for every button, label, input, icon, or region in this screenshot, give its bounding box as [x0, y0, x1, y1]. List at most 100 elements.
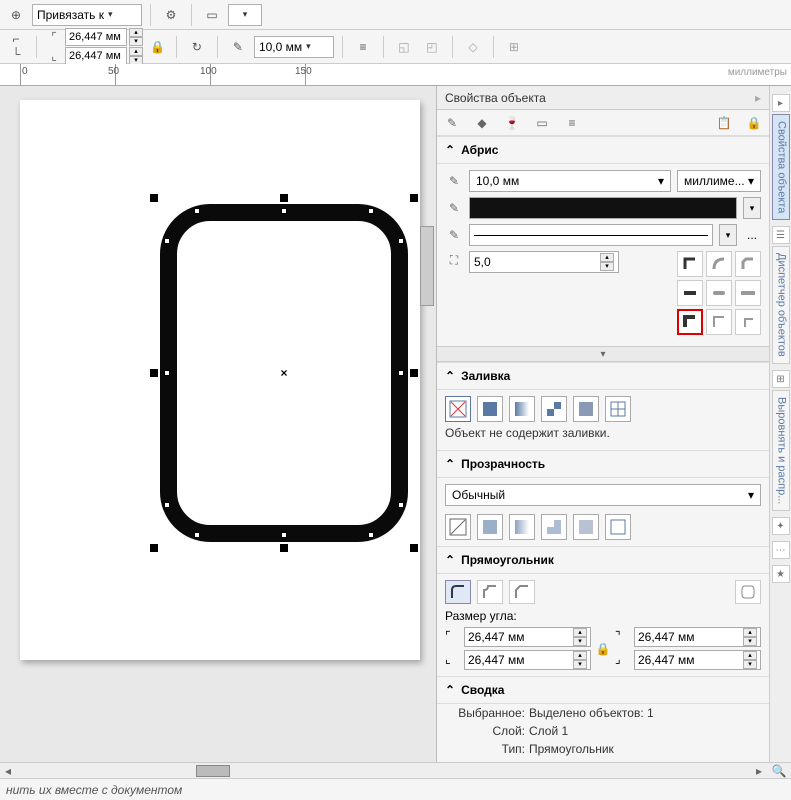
pen-icon[interactable]: ✎: [226, 35, 250, 59]
fill-gradient[interactable]: [509, 396, 535, 422]
fill-texture[interactable]: [573, 396, 599, 422]
section-summary-header[interactable]: ⌃Сводка: [437, 676, 769, 704]
outline-units-field[interactable]: миллиме...▾: [677, 170, 761, 192]
front-icon[interactable]: ◱: [392, 35, 416, 59]
join-round[interactable]: [706, 251, 732, 277]
vtab-extra3-icon[interactable]: ★: [772, 565, 790, 583]
panel-tabs: ✎ ◆ 🍷 ▭ ≡ 📋 🔒: [437, 110, 769, 136]
pos-center[interactable]: [706, 309, 732, 335]
center-marker: ×: [280, 366, 287, 380]
corner-height-input[interactable]: [65, 47, 127, 65]
section-fill-header[interactable]: ⌃Заливка: [437, 362, 769, 390]
corner-width-input[interactable]: [65, 28, 127, 46]
section-trans-header[interactable]: ⌃Прозрачность: [437, 450, 769, 478]
line-style-swatch[interactable]: [469, 224, 713, 246]
status-bar: нить их вместе с документом: [0, 778, 791, 800]
corner-chamfer[interactable]: [509, 580, 535, 604]
dock-icon[interactable]: ▭: [200, 3, 224, 27]
selected-shape[interactable]: ×: [160, 204, 408, 542]
corner-relative[interactable]: [735, 580, 761, 604]
cap-square[interactable]: [735, 280, 761, 306]
snap-icon[interactable]: ⊕: [4, 3, 28, 27]
corner-tr-input[interactable]: 26,447 мм▴▾: [634, 627, 761, 647]
vtab-properties[interactable]: Свойства объекта: [772, 114, 790, 220]
panel-menu-icon[interactable]: ▸: [755, 91, 761, 105]
vtab-extra1-icon[interactable]: ✦: [772, 517, 790, 535]
color-drop[interactable]: ▾: [743, 197, 761, 219]
section-rectangle: Размер угла: ⌜ 26,447 мм▴▾ 🔒 ⌝ 26,447 мм…: [437, 574, 769, 676]
trans-bitmap[interactable]: [605, 514, 631, 540]
corner-bl-icon: ⌞: [445, 652, 461, 668]
lock-panel-icon[interactable]: 🔒: [745, 114, 763, 132]
corner-tr-icon: ⌝: [615, 629, 631, 645]
snap-to-combo[interactable]: Привязать к ▾: [32, 4, 142, 26]
corner-br-input[interactable]: 26,447 мм▴▾: [634, 650, 761, 670]
spinner[interactable]: ▴▾: [129, 28, 143, 46]
ruler-units: миллиметры: [728, 67, 787, 78]
tab-outline-icon[interactable]: ✎: [443, 114, 461, 132]
horizontal-scrollbar[interactable]: ◂ ▸ 🔍: [0, 762, 791, 778]
vtab-object-manager[interactable]: Диспетчер объектов: [772, 246, 790, 364]
tab-fill-icon[interactable]: ◆: [473, 114, 491, 132]
section-outline-header[interactable]: ⌃ Абрис: [437, 136, 769, 164]
trans-uniform[interactable]: [477, 514, 503, 540]
vtab-expand-icon[interactable]: ▸: [772, 94, 790, 112]
blend-mode-combo[interactable]: Обычный▾: [445, 484, 761, 506]
outline-width-combo[interactable]: 10,0 мм ▾: [254, 36, 334, 58]
copy-props-icon[interactable]: 📋: [715, 114, 733, 132]
tab-rect-icon[interactable]: ▭: [533, 114, 551, 132]
convert-icon[interactable]: ◇: [461, 35, 485, 59]
fill-pattern[interactable]: [541, 396, 567, 422]
outline-width-value: 10,0 мм: [259, 40, 302, 54]
caret-icon: ▾: [108, 9, 113, 20]
corner-tl-input[interactable]: 26,447 мм▴▾: [464, 627, 591, 647]
cap-flat[interactable]: [677, 280, 703, 306]
align-tool-icon[interactable]: ≡: [351, 35, 375, 59]
extra-icon[interactable]: ⊞: [502, 35, 526, 59]
canvas[interactable]: ×: [0, 86, 436, 778]
outline-color-swatch[interactable]: [469, 197, 737, 219]
more-styles[interactable]: ...: [743, 228, 761, 242]
vtab-align-icon[interactable]: ⊞: [772, 370, 790, 388]
corner-bl-input[interactable]: 26,447 мм▴▾: [464, 650, 591, 670]
options-icon[interactable]: ⚙: [159, 3, 183, 27]
join-bevel[interactable]: [735, 251, 761, 277]
trans-none[interactable]: [445, 514, 471, 540]
tab-trans-icon[interactable]: 🍷: [503, 114, 521, 132]
tab-summary-icon[interactable]: ≡: [563, 114, 581, 132]
spinner[interactable]: ▴▾: [129, 47, 143, 65]
canvas-vscroll-thumb[interactable]: [420, 226, 434, 306]
fill-postscript[interactable]: [605, 396, 631, 422]
outline-expand[interactable]: ▾: [437, 346, 769, 362]
vtab-manager-icon[interactable]: ☰: [772, 226, 790, 244]
miter-input[interactable]: 5,0 ▴▾: [469, 251, 619, 273]
style-drop[interactable]: ▾: [719, 224, 737, 246]
dock-combo[interactable]: ▾: [228, 4, 262, 26]
corner-lock[interactable]: 🔒: [594, 642, 612, 656]
trans-pattern[interactable]: [541, 514, 567, 540]
horizontal-ruler: 0 50 100 150 миллиметры: [0, 64, 791, 86]
trans-texture[interactable]: [573, 514, 599, 540]
fill-none[interactable]: [445, 396, 471, 422]
rotate-icon[interactable]: ↻: [185, 35, 209, 59]
corner-tl-icon: ⌜: [445, 629, 461, 645]
trans-gradient[interactable]: [509, 514, 535, 540]
back-icon[interactable]: ◰: [420, 35, 444, 59]
join-miter[interactable]: [677, 251, 703, 277]
section-rect-header[interactable]: ⌃Прямоугольник: [437, 546, 769, 574]
corner-scallop[interactable]: [477, 580, 503, 604]
vtab-align[interactable]: Выровнять и распр...: [772, 390, 790, 511]
outline-width-field[interactable]: 10,0 мм▾: [469, 170, 671, 192]
zoom-fit-icon[interactable]: 🔍: [767, 764, 791, 778]
corner-round[interactable]: [445, 580, 471, 604]
vtab-extra2-icon[interactable]: ⋯: [772, 541, 790, 559]
section-fill: Объект не содержит заливки.: [437, 390, 769, 450]
lock-toggle[interactable]: 🔒: [147, 40, 168, 54]
corner-bl-icon: ⌞: [45, 47, 63, 65]
panel-title: Свойства объекта ▸: [437, 86, 769, 110]
pos-inside[interactable]: [735, 309, 761, 335]
pos-outside[interactable]: [677, 309, 703, 335]
fill-solid[interactable]: [477, 396, 503, 422]
hscroll-thumb[interactable]: [196, 765, 230, 777]
cap-round[interactable]: [706, 280, 732, 306]
